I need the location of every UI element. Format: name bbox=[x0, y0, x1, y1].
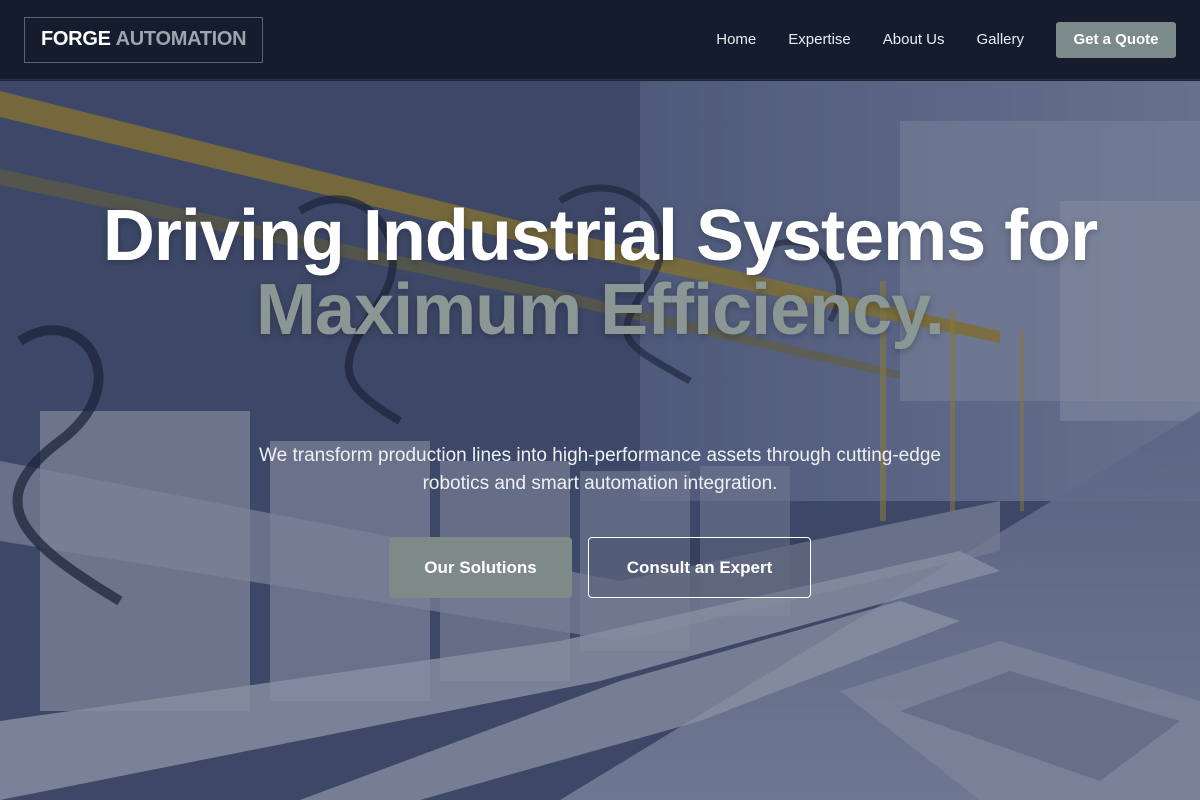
logo[interactable]: FORGE AUTOMATION bbox=[24, 16, 264, 63]
nav-link-home[interactable]: Home bbox=[716, 31, 756, 48]
our-solutions-button[interactable]: Our Solutions bbox=[389, 537, 572, 598]
consult-expert-button[interactable]: Consult an Expert bbox=[588, 537, 811, 598]
hero-section: Driving Industrial Systems for Maximum E… bbox=[0, 81, 1200, 800]
hero-content: Driving Industrial Systems for Maximum E… bbox=[0, 81, 1200, 800]
main-nav: Home Expertise About Us Gallery Get a Qu… bbox=[716, 21, 1176, 58]
nav-link-expertise[interactable]: Expertise bbox=[788, 31, 851, 48]
hero-cta-group: Our Solutions Consult an Expert bbox=[0, 537, 1200, 598]
get-quote-button[interactable]: Get a Quote bbox=[1056, 21, 1176, 58]
logo-text-strong: FORGE bbox=[41, 28, 111, 50]
hero-subtext: We transform production lines into high-… bbox=[259, 445, 941, 494]
nav-link-gallery[interactable]: Gallery bbox=[976, 31, 1024, 48]
site-header: FORGE AUTOMATION Home Expertise About Us… bbox=[0, 0, 1200, 80]
nav-link-about-us[interactable]: About Us bbox=[883, 31, 945, 48]
headline-accent-text: Maximum Efficiency. bbox=[256, 270, 945, 350]
logo-text-soft: AUTOMATION bbox=[115, 28, 247, 50]
hero-headline: Driving Industrial Systems for Maximum E… bbox=[100, 199, 1100, 347]
headline-text: Driving Industrial Systems for bbox=[102, 196, 1098, 276]
